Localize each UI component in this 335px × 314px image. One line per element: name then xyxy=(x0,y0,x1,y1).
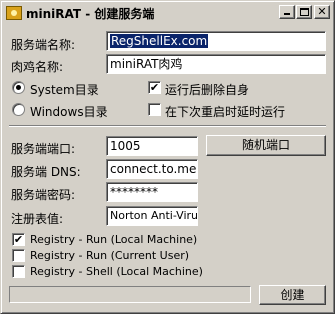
radio-system-label[interactable]: System目录 xyxy=(30,81,99,98)
minimize-button[interactable] xyxy=(279,5,295,19)
random-port-button[interactable]: 随机端口 xyxy=(206,135,326,156)
maximize-button[interactable] xyxy=(296,5,312,19)
reg-shell-local-label[interactable]: Registry - Shell (Local Machine) xyxy=(30,265,203,278)
check-reg-shell-local[interactable] xyxy=(12,265,25,278)
separator xyxy=(9,125,326,127)
title-bar[interactable]: miniRAT - 创建服务端 ✕ xyxy=(4,4,331,22)
server-name-input[interactable]: RegShellEx.com xyxy=(106,31,326,51)
window-controls: ✕ xyxy=(278,5,330,19)
check-delay-run-label[interactable]: 在下次重启时延时运行 xyxy=(165,103,285,120)
password-label: 服务端密码: xyxy=(11,188,76,202)
check-reg-run-local[interactable]: ✔ xyxy=(12,233,25,246)
reg-run-local-label[interactable]: Registry - Run (Local Machine) xyxy=(30,233,197,246)
dns-label: 服务端 DNS: xyxy=(11,165,81,179)
radio-windows-dir[interactable] xyxy=(12,103,25,116)
check-delete-self-label[interactable]: 运行后删除自身 xyxy=(165,81,249,98)
close-icon: ✕ xyxy=(317,5,327,18)
password-input[interactable]: ******** xyxy=(106,182,198,202)
bot-name-input[interactable]: miniRAT肉鸡 xyxy=(106,54,326,74)
radio-system-dir[interactable] xyxy=(12,81,25,94)
registry-value-label: 注册表值: xyxy=(11,212,64,226)
close-button[interactable]: ✕ xyxy=(314,5,330,19)
minimize-icon xyxy=(284,13,290,15)
window-title: miniRAT - 创建服务端 xyxy=(26,6,155,21)
radio-windows-label[interactable]: Windows目录 xyxy=(30,103,108,120)
check-reg-run-user[interactable] xyxy=(12,249,25,262)
bot-name-label: 肉鸡名称: xyxy=(11,60,64,74)
server-name-value: RegShellEx.com xyxy=(110,34,209,48)
server-name-label: 服务端名称: xyxy=(11,38,76,52)
progress-bar xyxy=(9,286,251,303)
create-button[interactable]: 创建 xyxy=(259,285,326,305)
check-delay-run[interactable] xyxy=(148,103,161,116)
registry-value-input[interactable]: Norton Anti-Virus xyxy=(106,206,198,226)
port-input[interactable]: 1005 xyxy=(106,136,198,156)
dns-input[interactable]: connect.to.me xyxy=(106,159,198,179)
reg-run-user-label[interactable]: Registry - Run (Current User) xyxy=(30,249,189,262)
port-label: 服务端端口: xyxy=(11,142,76,156)
app-window: miniRAT - 创建服务端 ✕ 服务端名称: RegShellEx.com … xyxy=(0,0,335,314)
check-delete-self[interactable]: ✔ xyxy=(148,81,161,94)
app-icon xyxy=(6,6,22,20)
maximize-icon xyxy=(300,8,309,16)
